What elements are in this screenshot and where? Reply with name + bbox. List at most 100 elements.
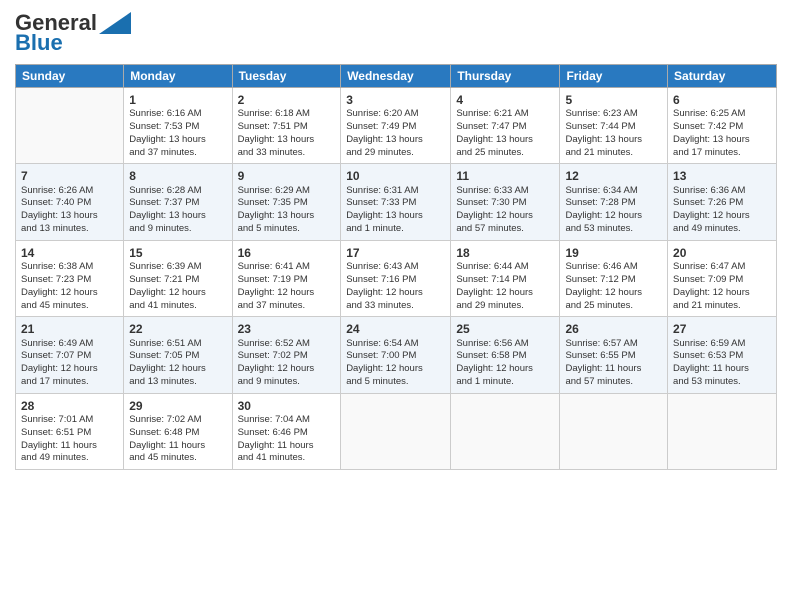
day-info: Sunrise: 6:52 AM Sunset: 7:02 PM Dayligh… [238,338,336,389]
day-info: Sunrise: 6:36 AM Sunset: 7:26 PM Dayligh… [673,185,771,236]
day-cell: 30Sunrise: 7:04 AM Sunset: 6:46 PM Dayli… [232,393,341,469]
day-cell: 2Sunrise: 6:18 AM Sunset: 7:51 PM Daylig… [232,88,341,164]
day-cell [16,88,124,164]
day-cell: 25Sunrise: 6:56 AM Sunset: 6:58 PM Dayli… [451,317,560,393]
day-cell: 1Sunrise: 6:16 AM Sunset: 7:53 PM Daylig… [124,88,232,164]
day-info: Sunrise: 6:57 AM Sunset: 6:55 PM Dayligh… [565,338,662,389]
calendar-page: General Blue SundayMondayTuesdayWednesda… [0,0,792,612]
day-info: Sunrise: 6:46 AM Sunset: 7:12 PM Dayligh… [565,261,662,312]
day-number: 22 [129,321,226,337]
day-cell [668,393,777,469]
day-info: Sunrise: 6:41 AM Sunset: 7:19 PM Dayligh… [238,261,336,312]
day-number: 25 [456,321,554,337]
day-cell: 20Sunrise: 6:47 AM Sunset: 7:09 PM Dayli… [668,240,777,316]
header-wednesday: Wednesday [341,65,451,88]
day-number: 16 [238,245,336,261]
day-number: 9 [238,168,336,184]
day-number: 30 [238,398,336,414]
day-cell: 11Sunrise: 6:33 AM Sunset: 7:30 PM Dayli… [451,164,560,240]
day-info: Sunrise: 6:39 AM Sunset: 7:21 PM Dayligh… [129,261,226,312]
day-number: 8 [129,168,226,184]
day-number: 28 [21,398,118,414]
header-saturday: Saturday [668,65,777,88]
header-sunday: Sunday [16,65,124,88]
day-info: Sunrise: 6:23 AM Sunset: 7:44 PM Dayligh… [565,108,662,159]
day-info: Sunrise: 7:01 AM Sunset: 6:51 PM Dayligh… [21,414,118,465]
day-cell: 24Sunrise: 6:54 AM Sunset: 7:00 PM Dayli… [341,317,451,393]
day-cell [341,393,451,469]
day-number: 5 [565,92,662,108]
day-info: Sunrise: 6:33 AM Sunset: 7:30 PM Dayligh… [456,185,554,236]
day-cell: 28Sunrise: 7:01 AM Sunset: 6:51 PM Dayli… [16,393,124,469]
day-info: Sunrise: 7:02 AM Sunset: 6:48 PM Dayligh… [129,414,226,465]
day-number: 6 [673,92,771,108]
day-cell: 18Sunrise: 6:44 AM Sunset: 7:14 PM Dayli… [451,240,560,316]
day-info: Sunrise: 6:59 AM Sunset: 6:53 PM Dayligh… [673,338,771,389]
day-info: Sunrise: 6:29 AM Sunset: 7:35 PM Dayligh… [238,185,336,236]
day-cell: 8Sunrise: 6:28 AM Sunset: 7:37 PM Daylig… [124,164,232,240]
day-info: Sunrise: 6:34 AM Sunset: 7:28 PM Dayligh… [565,185,662,236]
day-info: Sunrise: 6:49 AM Sunset: 7:07 PM Dayligh… [21,338,118,389]
day-cell: 15Sunrise: 6:39 AM Sunset: 7:21 PM Dayli… [124,240,232,316]
day-info: Sunrise: 6:38 AM Sunset: 7:23 PM Dayligh… [21,261,118,312]
day-cell: 7Sunrise: 6:26 AM Sunset: 7:40 PM Daylig… [16,164,124,240]
day-number: 26 [565,321,662,337]
day-number: 11 [456,168,554,184]
day-cell: 4Sunrise: 6:21 AM Sunset: 7:47 PM Daylig… [451,88,560,164]
day-number: 10 [346,168,445,184]
week-row-5: 28Sunrise: 7:01 AM Sunset: 6:51 PM Dayli… [16,393,777,469]
day-info: Sunrise: 6:18 AM Sunset: 7:51 PM Dayligh… [238,108,336,159]
day-info: Sunrise: 6:21 AM Sunset: 7:47 PM Dayligh… [456,108,554,159]
day-number: 15 [129,245,226,261]
day-number: 14 [21,245,118,261]
day-number: 2 [238,92,336,108]
day-number: 18 [456,245,554,261]
week-row-4: 21Sunrise: 6:49 AM Sunset: 7:07 PM Dayli… [16,317,777,393]
day-cell: 29Sunrise: 7:02 AM Sunset: 6:48 PM Dayli… [124,393,232,469]
header-tuesday: Tuesday [232,65,341,88]
day-number: 23 [238,321,336,337]
day-cell: 10Sunrise: 6:31 AM Sunset: 7:33 PM Dayli… [341,164,451,240]
day-number: 21 [21,321,118,337]
day-cell [560,393,668,469]
week-row-1: 1Sunrise: 6:16 AM Sunset: 7:53 PM Daylig… [16,88,777,164]
week-row-3: 14Sunrise: 6:38 AM Sunset: 7:23 PM Dayli… [16,240,777,316]
day-number: 1 [129,92,226,108]
day-cell: 3Sunrise: 6:20 AM Sunset: 7:49 PM Daylig… [341,88,451,164]
day-cell: 21Sunrise: 6:49 AM Sunset: 7:07 PM Dayli… [16,317,124,393]
day-number: 19 [565,245,662,261]
day-cell [451,393,560,469]
day-cell: 23Sunrise: 6:52 AM Sunset: 7:02 PM Dayli… [232,317,341,393]
day-number: 7 [21,168,118,184]
day-info: Sunrise: 6:28 AM Sunset: 7:37 PM Dayligh… [129,185,226,236]
day-cell: 6Sunrise: 6:25 AM Sunset: 7:42 PM Daylig… [668,88,777,164]
day-info: Sunrise: 6:47 AM Sunset: 7:09 PM Dayligh… [673,261,771,312]
day-info: Sunrise: 6:20 AM Sunset: 7:49 PM Dayligh… [346,108,445,159]
day-info: Sunrise: 6:43 AM Sunset: 7:16 PM Dayligh… [346,261,445,312]
day-info: Sunrise: 6:31 AM Sunset: 7:33 PM Dayligh… [346,185,445,236]
day-info: Sunrise: 6:56 AM Sunset: 6:58 PM Dayligh… [456,338,554,389]
day-cell: 27Sunrise: 6:59 AM Sunset: 6:53 PM Dayli… [668,317,777,393]
day-info: Sunrise: 7:04 AM Sunset: 6:46 PM Dayligh… [238,414,336,465]
day-cell: 12Sunrise: 6:34 AM Sunset: 7:28 PM Dayli… [560,164,668,240]
day-cell: 17Sunrise: 6:43 AM Sunset: 7:16 PM Dayli… [341,240,451,316]
week-row-2: 7Sunrise: 6:26 AM Sunset: 7:40 PM Daylig… [16,164,777,240]
day-cell: 5Sunrise: 6:23 AM Sunset: 7:44 PM Daylig… [560,88,668,164]
day-info: Sunrise: 6:25 AM Sunset: 7:42 PM Dayligh… [673,108,771,159]
day-number: 29 [129,398,226,414]
day-info: Sunrise: 6:54 AM Sunset: 7:00 PM Dayligh… [346,338,445,389]
day-number: 13 [673,168,771,184]
calendar-table: SundayMondayTuesdayWednesdayThursdayFrid… [15,64,777,470]
day-info: Sunrise: 6:26 AM Sunset: 7:40 PM Dayligh… [21,185,118,236]
logo-icon [99,12,131,34]
day-number: 4 [456,92,554,108]
day-cell: 14Sunrise: 6:38 AM Sunset: 7:23 PM Dayli… [16,240,124,316]
logo: General Blue [15,10,131,56]
day-number: 17 [346,245,445,261]
day-number: 27 [673,321,771,337]
header-thursday: Thursday [451,65,560,88]
header-monday: Monday [124,65,232,88]
header-row: SundayMondayTuesdayWednesdayThursdayFrid… [16,65,777,88]
day-number: 3 [346,92,445,108]
header: General Blue [15,10,777,56]
